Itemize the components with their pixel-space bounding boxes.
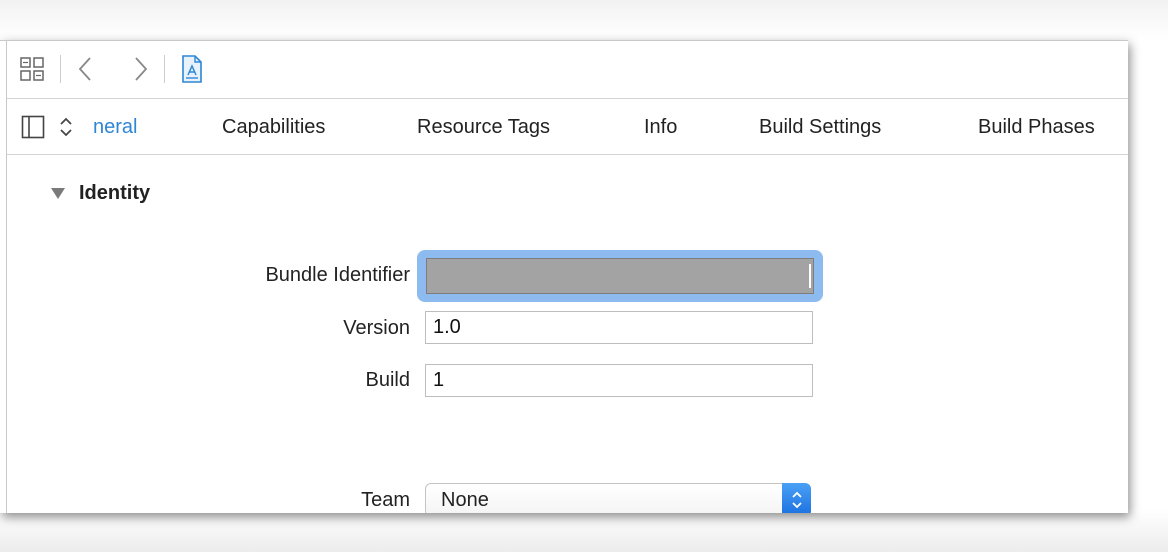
jump-bar <box>7 41 1128 99</box>
up-down-chevron-icon[interactable] <box>57 113 75 141</box>
version-field[interactable] <box>425 311 813 344</box>
editor-tab-bar: neral Capabilities Resource Tags Info Bu… <box>7 99 1128 155</box>
bundle-identifier-field[interactable] <box>426 258 814 294</box>
tab-general[interactable]: neral <box>93 99 137 154</box>
text-caret <box>809 264 811 288</box>
section-title: Identity <box>79 181 151 204</box>
toolbar-separator <box>164 55 165 83</box>
version-label: Version <box>343 317 410 339</box>
project-editor-window: neral Capabilities Resource Tags Info Bu… <box>0 40 1128 513</box>
bundle-identifier-focus-ring <box>420 253 820 299</box>
team-label: Team <box>361 489 410 511</box>
identity-section-header[interactable]: Identity <box>51 181 150 205</box>
project-file-icon[interactable] <box>179 55 205 83</box>
toolbar-separator <box>60 55 61 83</box>
sidebar-toggle-icon[interactable] <box>19 113 47 141</box>
chevron-right-icon[interactable] <box>129 55 153 83</box>
team-selected-value: None <box>441 489 489 511</box>
disclosure-triangle-icon[interactable] <box>51 187 65 199</box>
tab-build-settings[interactable]: Build Settings <box>759 99 881 154</box>
tab-build-phases[interactable]: Build Phases <box>978 99 1095 154</box>
tab-capabilities[interactable]: Capabilities <box>222 99 325 154</box>
build-label: Build <box>365 369 410 391</box>
chevron-left-icon[interactable] <box>73 55 97 83</box>
bundle-identifier-label: Bundle Identifier <box>265 264 410 286</box>
general-settings-content: Identity Bundle Identifier Version Build… <box>7 155 1128 513</box>
team-popup-button[interactable]: None <box>425 483 811 513</box>
up-down-arrows-icon[interactable] <box>782 483 811 513</box>
related-items-grid-icon[interactable] <box>17 55 47 83</box>
tab-info[interactable]: Info <box>644 99 677 154</box>
build-field[interactable] <box>425 364 813 397</box>
tab-resource-tags[interactable]: Resource Tags <box>417 99 550 154</box>
